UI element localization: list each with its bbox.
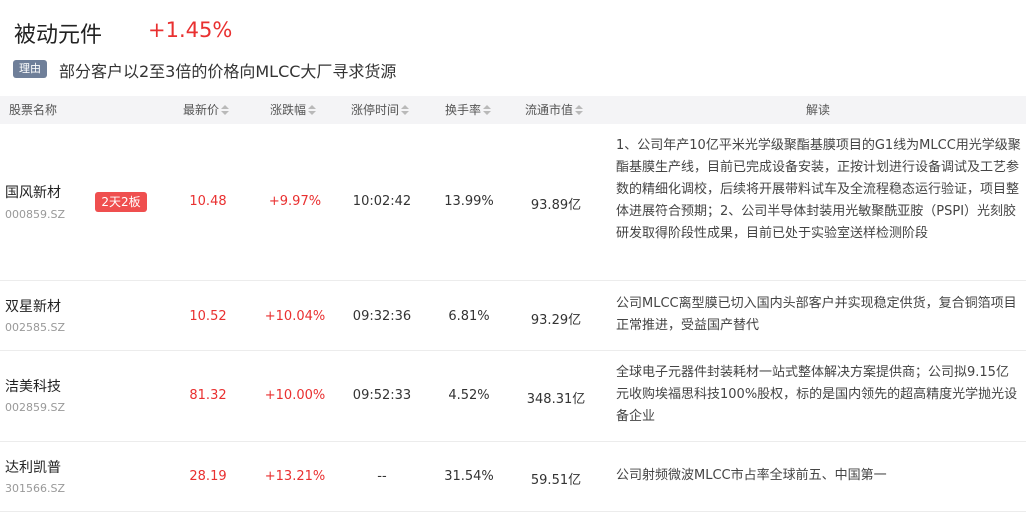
latest-price: 10.52 [189,309,227,324]
column-change[interactable]: 涨跌幅 [270,96,317,124]
price-change: +13.21% [264,469,326,484]
sector-change: +1.45% [148,18,233,42]
sort-icon[interactable] [221,104,230,115]
stock-name[interactable]: 双星新材 [5,296,61,316]
market-cap: 59.51亿 [530,473,582,488]
reason-text: 部分客户以2至3倍的价格向MLCC大厂寻求货源 [59,62,397,81]
market-cap: 93.89亿 [530,198,582,213]
price-change: +9.97% [268,194,322,209]
column-limit-time[interactable]: 涨停时间 [351,96,410,124]
limit-up-time: 09:52:33 [352,388,412,403]
limit-up-time: 10:02:42 [352,194,412,209]
column-price[interactable]: 最新价 [183,96,230,124]
table-row[interactable]: 达利凯普 301566.SZ 28.19 +13.21% -- 31.54% 5… [0,442,1026,512]
turnover-rate: 4.52% [448,388,490,403]
sort-icon[interactable] [575,104,584,115]
limit-up-time: -- [377,469,387,484]
stock-code: 002585.SZ [5,321,66,334]
stock-name[interactable]: 达利凯普 [5,457,61,477]
column-stock-name: 股票名称 [9,103,58,117]
stock-code: 000859.SZ [5,208,66,221]
latest-price: 81.32 [189,388,227,403]
limit-up-time: 09:32:36 [352,309,412,324]
stock-code: 002859.SZ [5,401,66,414]
market-cap: 93.29亿 [530,313,582,328]
sector-name: 被动元件 [14,23,103,48]
board-count-badge: 2天2板 [95,192,147,212]
turnover-rate: 13.99% [444,194,494,209]
stock-description: 1、公司年产10亿平米光学级聚酯基膜项目的G1线为MLCC用光学级聚酯基膜生产线… [616,138,1021,241]
market-cap: 348.31亿 [526,392,586,407]
stock-code: 301566.SZ [5,482,66,495]
stock-description: 全球电子元器件封装耗材一站式整体解决方案提供商；公司拟9.15亿元收购埃福思科技… [616,365,1018,424]
latest-price: 10.48 [189,194,227,209]
turnover-rate: 31.54% [444,469,494,484]
column-turnover[interactable]: 换手率 [445,96,492,124]
table-header: 股票名称 最新价 涨跌幅 涨停时间 换手率 流通市值 解读 [0,96,1026,124]
price-change: +10.04% [264,309,326,324]
reason-tag: 理由 [13,60,47,78]
stock-description: 公司射频微波MLCC市占率全球前五、中国第一 [616,468,887,483]
table-row[interactable]: 洁美科技 002859.SZ 81.32 +10.00% 09:52:33 4.… [0,351,1026,442]
stock-name[interactable]: 国风新材 [5,182,61,202]
turnover-rate: 6.81% [448,309,490,324]
sort-icon[interactable] [483,104,492,115]
column-description: 解读 [806,103,831,117]
sort-icon[interactable] [308,104,317,115]
table-row[interactable]: 双星新材 002585.SZ 10.52 +10.04% 09:32:36 6.… [0,281,1026,351]
table-row[interactable]: 国风新材 000859.SZ 2天2板 10.48 +9.97% 10:02:4… [0,124,1026,281]
sector-header: 被动元件 +1.45% 理由 部分客户以2至3倍的价格向MLCC大厂寻求货源 [0,0,1026,96]
sort-icon[interactable] [401,104,410,115]
stock-description: 公司MLCC离型膜已切入国内头部客户并实现稳定供货，复合铜箔项目正常推进，受益国… [616,296,1017,333]
stock-name[interactable]: 洁美科技 [5,376,61,396]
price-change: +10.00% [264,388,326,403]
latest-price: 28.19 [189,469,227,484]
column-market-cap[interactable]: 流通市值 [525,96,584,124]
